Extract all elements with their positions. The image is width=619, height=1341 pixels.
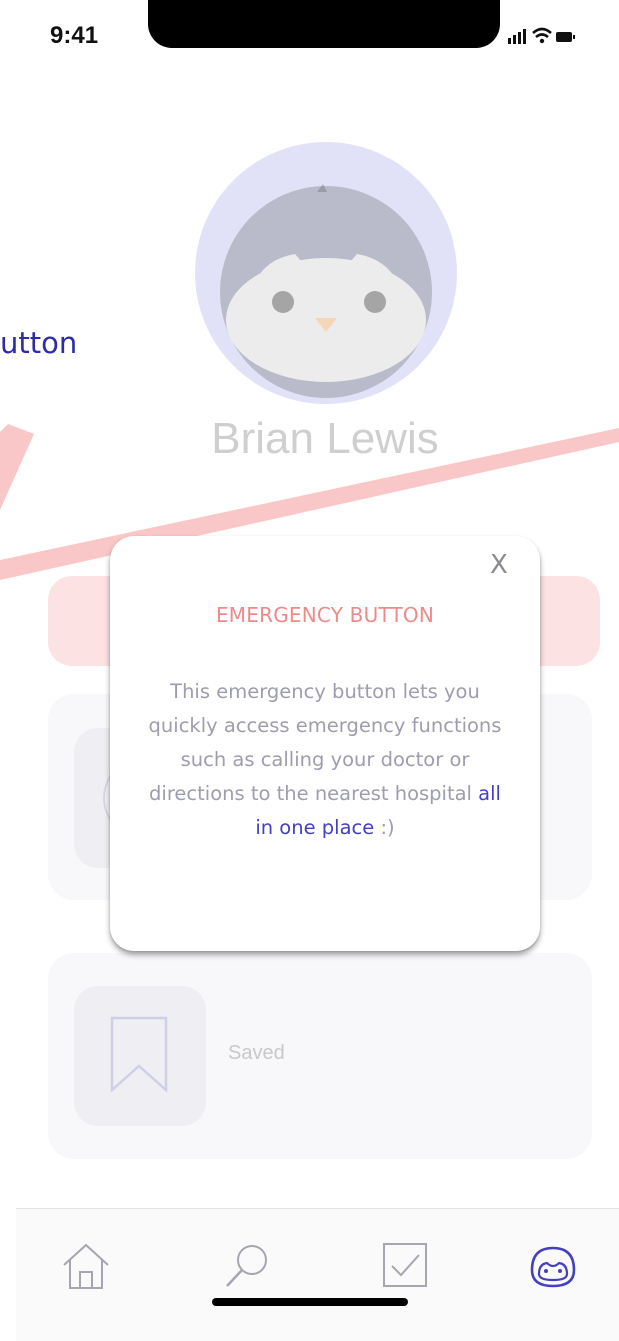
popup-title: EMERGENCY BUTTON xyxy=(215,603,435,627)
status-time: 9:41 xyxy=(50,22,99,49)
signal-icon xyxy=(508,29,526,44)
penguin-avatar-icon xyxy=(220,184,432,398)
close-icon[interactable]: X xyxy=(490,550,508,580)
home-icon[interactable] xyxy=(60,1240,112,1292)
penguin-profile-icon[interactable] xyxy=(527,1240,579,1292)
device-notch xyxy=(148,0,500,48)
saved-card-tile xyxy=(74,986,206,1126)
battery-icon xyxy=(556,32,575,42)
popup-body-text: This emergency button lets you quickly a… xyxy=(148,680,502,805)
popup-body-end: :) xyxy=(374,816,395,839)
search-icon[interactable] xyxy=(222,1240,274,1292)
tour-step-label: utton xyxy=(0,326,78,360)
bookmark-icon xyxy=(110,1016,168,1093)
popup-body: This emergency button lets you quickly a… xyxy=(145,675,505,845)
profile-name: Brian Lewis xyxy=(211,414,439,463)
wifi-icon xyxy=(532,27,552,44)
checkbox-icon[interactable] xyxy=(380,1240,432,1292)
home-indicator xyxy=(212,1298,408,1306)
status-icons xyxy=(508,27,575,44)
profile-avatar xyxy=(195,142,457,404)
saved-label: Saved xyxy=(228,1042,285,1064)
